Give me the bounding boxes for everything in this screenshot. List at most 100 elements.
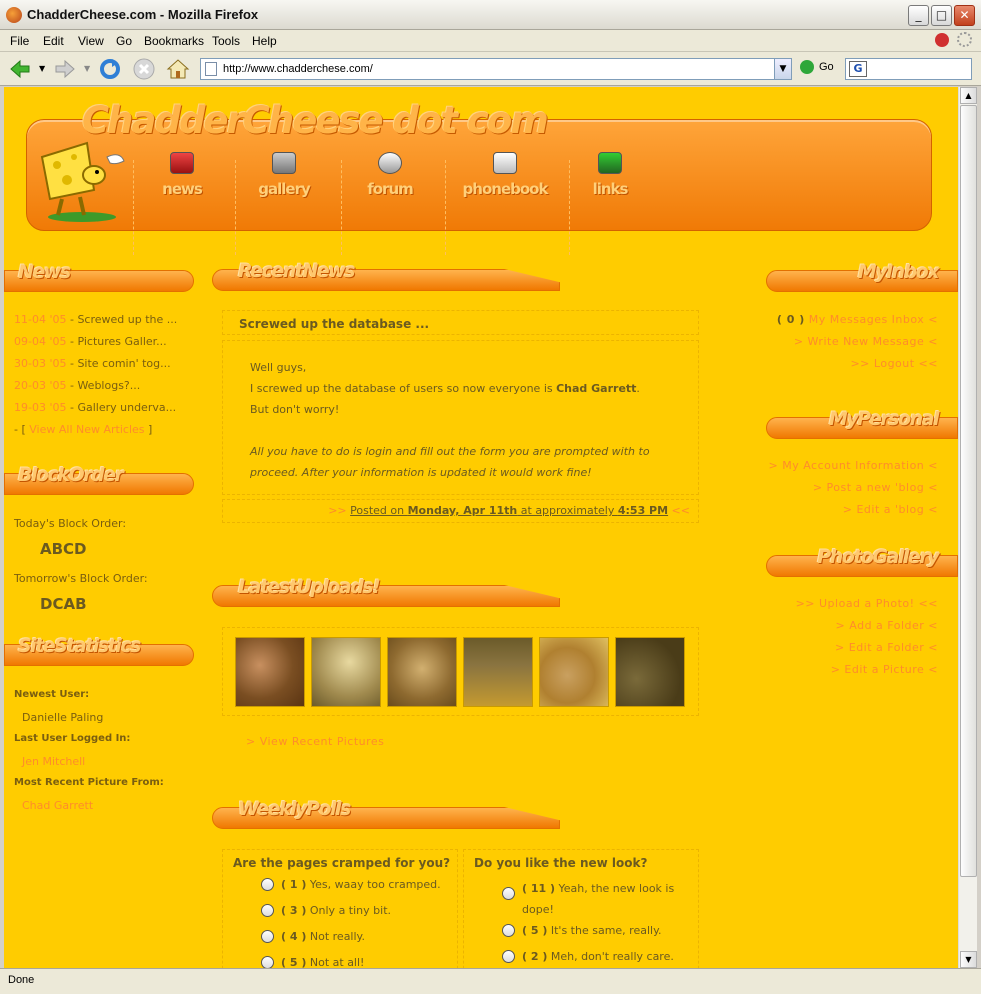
url-input[interactable] <box>223 61 763 77</box>
view-recent-pictures-link[interactable]: > View Recent Pictures <box>246 735 384 748</box>
upload-thumbnail[interactable] <box>387 637 457 707</box>
radio-button[interactable] <box>261 956 274 968</box>
mypersonal-header: MyPersonal <box>766 408 958 439</box>
status-bar: Done <box>0 968 981 994</box>
scroll-up-icon[interactable]: ▲ <box>960 87 977 104</box>
back-dropdown-icon[interactable]: ▼ <box>39 64 45 73</box>
menu-tools[interactable]: Tools <box>212 34 240 48</box>
back-icon[interactable] <box>8 57 32 81</box>
poll-option[interactable]: ( 3 ) Only a tiny bit. <box>233 904 459 930</box>
news-header: News <box>4 261 196 292</box>
nav-links[interactable]: links <box>560 152 660 198</box>
vertical-scrollbar[interactable]: ▲ ▼ <box>958 87 977 968</box>
scrollbar-thumb[interactable] <box>960 105 977 877</box>
news-icon <box>170 152 194 174</box>
menu-go[interactable]: Go <box>116 34 132 48</box>
poll-option[interactable]: ( 2 ) Meh, don't really care. <box>474 950 696 968</box>
tomorrow-block-value: DCAB <box>40 595 87 613</box>
home-icon[interactable] <box>166 57 190 81</box>
radio-button[interactable] <box>261 878 274 891</box>
go-button[interactable]: Go <box>800 60 834 74</box>
news-body: Well guys, I screwed up the database of … <box>250 361 650 479</box>
poll-option[interactable]: ( 5 ) Not at all! <box>233 956 459 968</box>
photogallery-header: PhotoGallery <box>766 546 958 577</box>
go-label: Go <box>819 60 834 73</box>
news-item[interactable]: 30-03 '05 - Site comin' tog... <box>14 357 177 379</box>
newest-user-label: Newest User: <box>14 689 90 700</box>
radio-button[interactable] <box>502 887 515 900</box>
menu-help[interactable]: Help <box>252 34 277 48</box>
radio-button[interactable] <box>502 924 515 937</box>
news-item[interactable]: 20-03 '05 - Weblogs?... <box>14 379 177 401</box>
upload-thumbnail[interactable] <box>235 637 305 707</box>
edit-folder-link[interactable]: > Edit a Folder < <box>796 641 938 663</box>
cheese-mascot-logo <box>40 141 125 222</box>
poll-option[interactable]: ( 4 ) Not really. <box>233 930 459 956</box>
post-blog-link[interactable]: > Post a new 'blog < <box>768 481 938 503</box>
poll-option[interactable]: ( 1 ) Yes, waay too cramped. <box>233 878 459 904</box>
nav-phonebook[interactable]: phonebook <box>455 152 555 198</box>
menu-bookmarks[interactable]: Bookmarks <box>144 34 204 48</box>
write-message-link[interactable]: > Write New Message < <box>777 335 938 357</box>
forward-dropdown-icon[interactable]: ▼ <box>84 64 90 73</box>
navigation-toolbar: ▼ ▼ ▼ Go G <box>0 52 981 86</box>
news-item[interactable]: 11-04 '05 - Screwed up the ... <box>14 313 177 335</box>
today-block-label: Today's Block Order: <box>14 517 127 530</box>
search-box[interactable]: G <box>845 58 972 80</box>
stop-icon[interactable] <box>132 57 156 81</box>
scroll-down-icon[interactable]: ▼ <box>960 951 977 968</box>
upload-thumbnail[interactable] <box>463 637 533 707</box>
menu-edit[interactable]: Edit <box>43 34 64 48</box>
google-icon[interactable]: G <box>849 61 867 77</box>
upload-thumbnail[interactable] <box>615 637 685 707</box>
logout-link[interactable]: >> Logout << <box>777 357 938 379</box>
maximize-button[interactable]: □ <box>931 5 952 26</box>
url-dropdown-icon[interactable]: ▼ <box>774 59 791 79</box>
go-icon <box>800 60 814 74</box>
title-bar: ChadderCheese.com - Mozilla Firefox _ □ … <box>0 0 981 30</box>
personal-links: > My Account Information < > Post a new … <box>768 459 938 525</box>
nav-links-label: links <box>592 180 629 198</box>
add-folder-link[interactable]: > Add a Folder < <box>796 619 938 641</box>
upload-thumbnail[interactable] <box>539 637 609 707</box>
reload-icon[interactable] <box>98 57 122 81</box>
radio-button[interactable] <box>502 950 515 963</box>
edit-picture-link[interactable]: > Edit a Picture < <box>796 663 938 685</box>
close-button[interactable]: ✕ <box>954 5 975 26</box>
view-all-articles-link[interactable]: View All New Articles <box>29 423 144 436</box>
address-bar[interactable]: ▼ <box>200 58 792 80</box>
minimize-button[interactable]: _ <box>908 5 929 26</box>
recent-picture-label: Most Recent Picture From: <box>14 777 164 788</box>
radio-button[interactable] <box>261 930 274 943</box>
poll-2-question: Do you like the new look? <box>474 856 648 870</box>
nav-forum[interactable]: forum <box>340 152 440 198</box>
nav-news[interactable]: news <box>132 152 232 198</box>
site-title: ChadderCheese dot com <box>82 99 549 142</box>
upload-photo-link[interactable]: >> Upload a Photo! << <box>796 597 938 619</box>
last-login-link[interactable]: Jen Mitchell <box>22 755 85 768</box>
nav-news-label: news <box>162 180 203 198</box>
radio-button[interactable] <box>261 904 274 917</box>
firefox-icon <box>6 7 22 23</box>
forward-icon[interactable] <box>53 57 77 81</box>
menu-view[interactable]: View <box>78 34 104 48</box>
links-icon <box>598 152 622 174</box>
sitestatistics-header: SiteStatistics <box>4 635 196 666</box>
last-login-label: Last User Logged In: <box>14 733 131 744</box>
inbox-link[interactable]: ( 0 ) My Messages Inbox < <box>777 313 938 335</box>
nav-gallery[interactable]: gallery <box>234 152 334 198</box>
news-item[interactable]: 09-04 '05 - Pictures Galler... <box>14 335 177 357</box>
account-info-link[interactable]: > My Account Information < <box>768 459 938 481</box>
posted-link[interactable]: Posted on Monday, Apr 11th at approximat… <box>350 504 668 517</box>
poll-option[interactable]: ( 11 ) Yeah, the new look is dope! <box>474 878 696 924</box>
tomorrow-block-label: Tomorrow's Block Order: <box>14 572 148 585</box>
newest-user-value: Danielle Paling <box>22 711 104 724</box>
edit-blog-link[interactable]: > Edit a 'blog < <box>768 503 938 525</box>
menu-bar: File Edit View Go Bookmarks Tools Help <box>0 30 981 52</box>
poll-option[interactable]: ( 5 ) It's the same, really. <box>474 924 696 950</box>
menu-file[interactable]: File <box>10 34 29 48</box>
recent-picture-link[interactable]: Chad Garrett <box>22 799 93 812</box>
blockorder-header: BlockOrder <box>4 464 196 495</box>
upload-thumbnail[interactable] <box>311 637 381 707</box>
news-item[interactable]: 19-03 '05 - Gallery underva... <box>14 401 177 423</box>
